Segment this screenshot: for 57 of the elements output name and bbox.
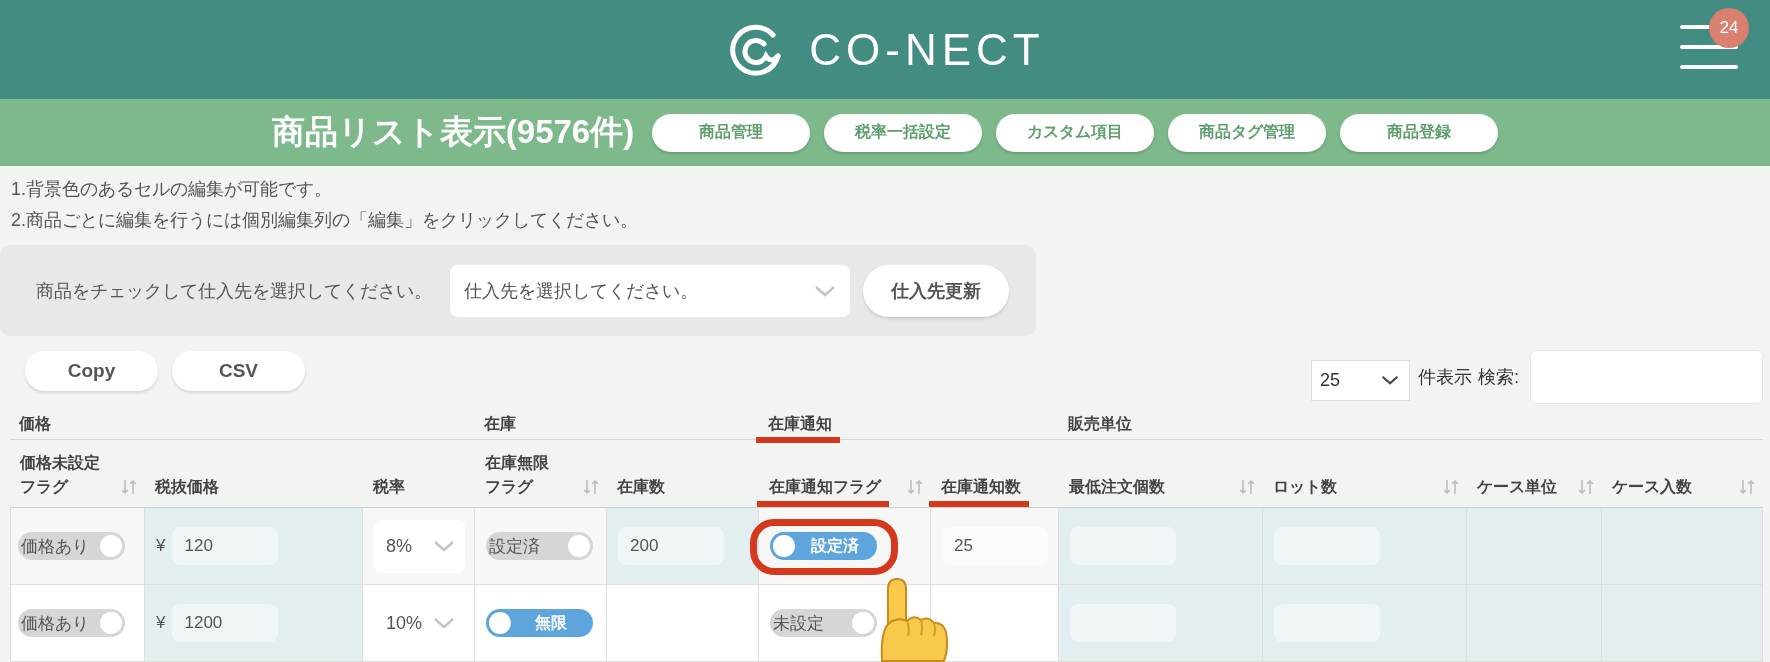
sort-icon[interactable]: [1443, 479, 1459, 495]
notification-badge: 24: [1709, 8, 1749, 48]
note-text: 1.背景色のあるセルの編集が可能です。: [11, 178, 333, 201]
column-header: 税率: [373, 477, 405, 497]
sort-icon[interactable]: [121, 479, 137, 495]
column-header: 在庫通知フラグ: [769, 477, 881, 497]
sort-icon[interactable]: [907, 479, 923, 495]
column-group-label: 在庫: [484, 414, 516, 432]
logo-text: CO-NECT: [809, 27, 1045, 72]
switch-knob-icon: [100, 535, 122, 557]
switch-knob-icon: [100, 612, 122, 634]
search-label: 検索:: [1478, 366, 1519, 389]
search-field[interactable]: [1530, 350, 1763, 404]
page-title: 商品リスト表示(9576件): [271, 112, 635, 152]
sort-icon[interactable]: [1578, 479, 1594, 495]
toggle-switch[interactable]: 未設定: [770, 609, 877, 637]
switch-knob-icon: [852, 612, 874, 634]
page-size-label: 件表示: [1418, 366, 1472, 389]
column-header: 価格未設定: [20, 453, 100, 473]
logo-icon: [729, 22, 784, 77]
toggle-switch[interactable]: 価格あり: [18, 609, 125, 637]
column-group-label: 価格: [19, 414, 51, 432]
update-supplier-button[interactable]: 仕入先更新: [863, 264, 1009, 317]
page-size-select[interactable]: 25: [1311, 359, 1410, 401]
sort-icon[interactable]: [1239, 479, 1255, 495]
chevron-icon: [814, 284, 836, 297]
currency-symbol: ¥: [156, 613, 166, 633]
column-header: ケース入数: [1612, 477, 1692, 497]
chevron-icon: [433, 540, 455, 552]
column-header: 在庫通知数: [941, 477, 1021, 497]
toggle-switch[interactable]: 設定済: [486, 532, 593, 560]
supplier-label: 商品をチェックして仕入先を選択してください。: [36, 279, 432, 303]
export-button[interactable]: CSV: [172, 351, 305, 391]
chevron-icon: [1381, 375, 1399, 385]
column-header: ロット数: [1273, 477, 1337, 497]
column-header: フラグ: [20, 477, 68, 497]
switch-knob-icon: [568, 535, 590, 557]
tax-rate-select[interactable]: 8%: [374, 519, 465, 573]
chevron-icon: [433, 617, 455, 629]
note-text: 2.商品ごとに編集を行うには個別編集列の「編集」をクリックしてください。: [11, 209, 639, 232]
toggle-switch[interactable]: 価格あり: [18, 532, 125, 560]
pointing-hand-icon: [880, 578, 950, 662]
export-button[interactable]: Copy: [25, 351, 158, 391]
sort-icon[interactable]: [1739, 479, 1755, 495]
currency-symbol: ¥: [156, 536, 166, 556]
supplier-select[interactable]: 仕入先を選択してください。: [450, 264, 850, 317]
column-header: フラグ: [485, 477, 533, 497]
column-group-label: 販売単位: [1068, 414, 1132, 432]
switch-knob-icon: [489, 612, 511, 634]
column-group-label: 在庫通知: [768, 414, 832, 432]
sort-icon[interactable]: [583, 479, 599, 495]
switch-knob-icon: [773, 535, 795, 557]
column-header: ケース単位: [1477, 477, 1557, 497]
column-header: 在庫無限: [485, 453, 549, 473]
column-header: 税抜価格: [155, 477, 219, 497]
column-header: 在庫数: [617, 477, 665, 497]
column-header: 最低注文個数: [1069, 477, 1165, 497]
